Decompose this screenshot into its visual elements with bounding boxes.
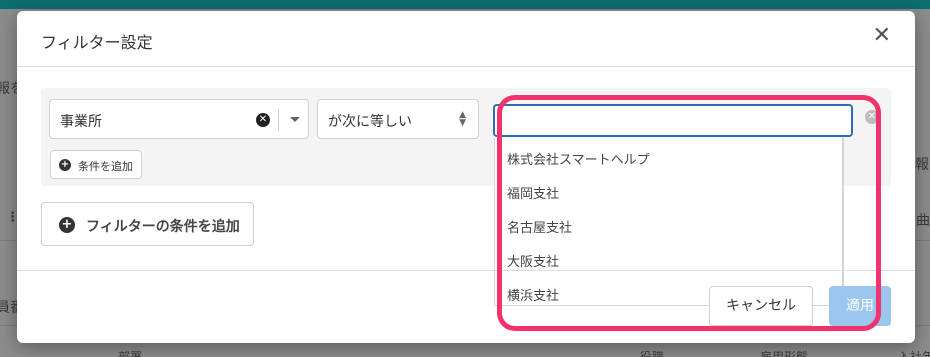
field-select[interactable]: 事業所 ✕ [49, 99, 309, 139]
cancel-button[interactable]: キャンセル [709, 286, 813, 326]
operator-select[interactable]: が次に等しい ▲ ▼ [317, 99, 479, 139]
dropdown-option[interactable]: 福岡支社 [507, 183, 559, 202]
add-condition-button[interactable]: + 条件を追加 [50, 150, 142, 179]
sort-updown-icon: ▲ ▼ [459, 110, 466, 128]
filter-settings-modal: フィルター設定 ✕ 事業所 ✕ が次に等しい ▲ ▼ ✕ 株式会社スマートヘルプ … [17, 11, 915, 343]
background-column-position: 役職 [640, 350, 665, 357]
footer-divider [17, 270, 915, 271]
dropdown-option[interactable]: 株式会社スマートヘルプ [507, 149, 650, 168]
app-topbar [0, 0, 930, 9]
dropdown-scroll-edge [842, 138, 843, 306]
remove-condition-icon[interactable]: ✕ [865, 110, 879, 124]
background-text-right: 報 [915, 157, 929, 173]
add-filter-condition-label: フィルターの条件を追加 [86, 219, 240, 235]
dropdown-option[interactable]: 横浜支社 [507, 285, 559, 304]
select-separator [278, 110, 279, 130]
add-filter-condition-button[interactable]: + フィルターの条件を追加 [41, 202, 254, 246]
background-column-employment: 雇用形態 [760, 350, 809, 357]
background-divider-right-2 [915, 325, 930, 326]
value-dropdown-menu: 株式会社スマートヘルプ 福岡支社 名古屋支社 大阪支社 横浜支社 [494, 138, 844, 306]
modal-title: フィルター設定 [41, 33, 153, 52]
background-divider-left-2 [0, 325, 17, 326]
operator-select-value: が次に等しい [328, 114, 412, 130]
add-condition-label: 条件を追加 [78, 160, 133, 173]
chevron-down-icon[interactable] [290, 117, 300, 122]
clear-icon[interactable]: ✕ [256, 113, 270, 127]
dropdown-option[interactable]: 大阪支社 [507, 251, 559, 270]
close-icon[interactable]: ✕ [873, 25, 891, 47]
background-icon-right: 曲 [916, 213, 930, 229]
dropdown-option[interactable]: 名古屋支社 [507, 217, 572, 236]
plus-icon: + [59, 159, 71, 171]
background-divider-right [915, 240, 930, 241]
value-search-input[interactable] [493, 104, 853, 137]
field-select-value: 事業所 [60, 114, 102, 130]
background-column-join-year: 入社年 [898, 350, 930, 357]
background-column-dept: 部署 [118, 350, 143, 357]
plus-icon: + [59, 217, 75, 233]
background-divider-left [0, 240, 17, 241]
header-divider [17, 66, 915, 67]
apply-button[interactable]: 適用 [829, 286, 891, 326]
